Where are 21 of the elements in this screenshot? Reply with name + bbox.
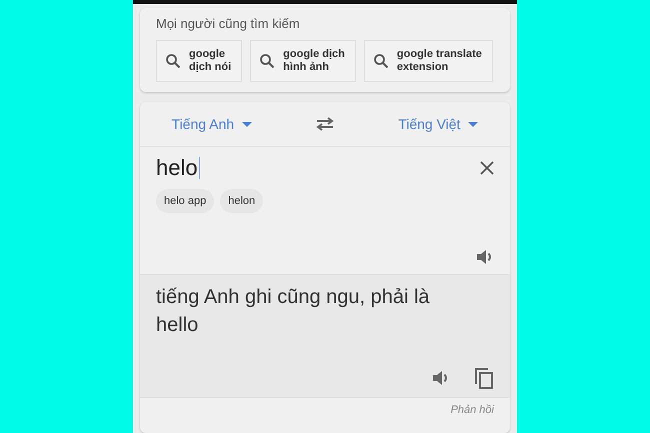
related-search-chip[interactable]: google dịch hình ảnh [250, 40, 356, 82]
close-icon[interactable] [480, 161, 494, 175]
related-search-chip[interactable]: google translate extension [364, 40, 493, 82]
swap-icon[interactable] [315, 117, 336, 131]
caret-icon [468, 122, 478, 126]
caret-icon [242, 122, 252, 126]
translation-text: tiếng Anh ghi cũng ngu, phải là hello [156, 285, 431, 338]
chip-label: google dịch hình ảnh [283, 48, 345, 74]
speaker-icon[interactable] [432, 369, 450, 387]
search-icon [372, 53, 389, 69]
speaker-icon[interactable] [476, 248, 494, 266]
related-search-chip[interactable]: google dịch nói [156, 40, 242, 82]
suggestion-chip[interactable]: helon [220, 189, 264, 213]
section-title: Mọi người cũng tìm kiếm [156, 16, 301, 31]
suggestion-chip[interactable]: helo app [156, 189, 214, 213]
chip-label: google translate extension [396, 48, 482, 74]
search-icon [165, 53, 181, 69]
search-icon [259, 53, 276, 69]
chip-label: google dịch nói [189, 48, 232, 74]
copy-icon[interactable] [474, 367, 494, 389]
input-field[interactable]: helo [156, 155, 200, 181]
